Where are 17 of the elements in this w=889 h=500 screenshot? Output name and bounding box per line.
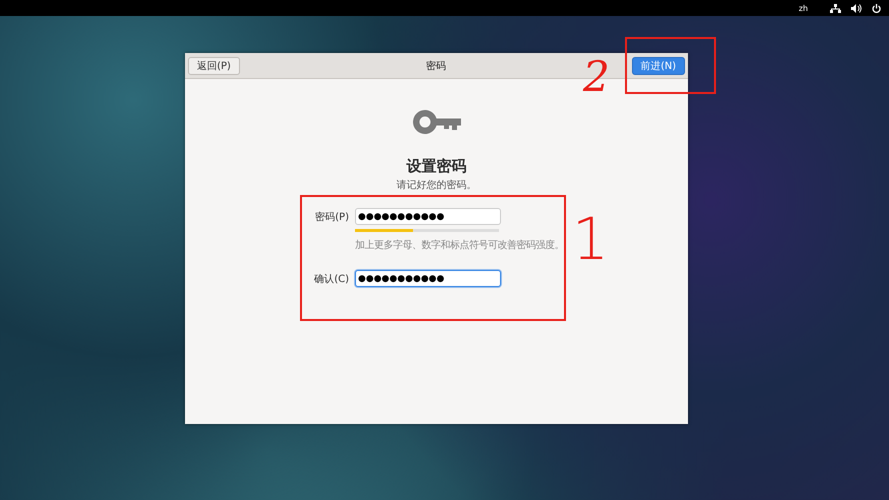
power-icon[interactable] — [872, 4, 881, 12]
field-label: 密码(P) — [314, 210, 349, 224]
annotation-number: 1 — [572, 205, 609, 273]
page-subtitle: 请记好您的密码。 — [396, 178, 476, 192]
back-button[interactable]: 返回(P) — [188, 56, 240, 74]
password-field[interactable]: ●●●●●●●●●●● — [355, 208, 501, 225]
field-label: 确认(C) — [313, 272, 349, 286]
language-indicator[interactable]: zh — [798, 4, 808, 12]
key-icon — [412, 110, 460, 134]
volume-icon[interactable] — [851, 4, 862, 12]
network-icon[interactable] — [830, 4, 841, 12]
next-button[interactable]: 前进(N) — [632, 56, 685, 74]
strength-hint: 加上更多字母、数字和标点符号可改善密码强度。 — [355, 238, 564, 252]
password-field[interactable]: ●●●●●●●●●●● — [355, 270, 501, 287]
page-heading: 设置密码 — [406, 157, 466, 176]
dialog-title: 密码 — [426, 60, 446, 72]
annotation-number: 2 — [583, 52, 610, 101]
